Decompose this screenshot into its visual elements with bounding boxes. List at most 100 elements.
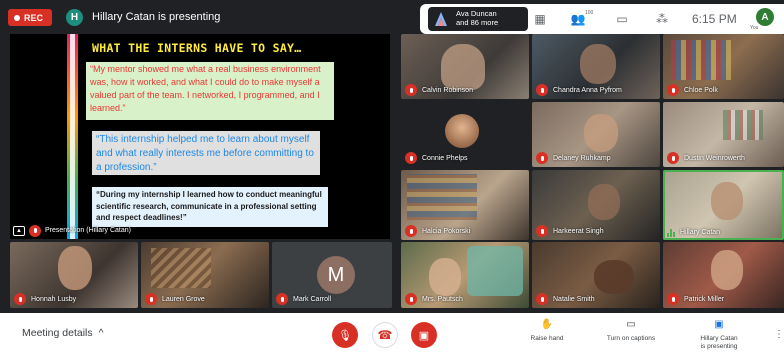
participant-name: Chloe Polk xyxy=(684,86,718,94)
mic-off-icon xyxy=(667,84,679,96)
mic-off-icon xyxy=(405,225,417,237)
bookshelf-background xyxy=(723,110,763,140)
captions-label: Turn on captions xyxy=(606,335,656,342)
chevron-up-icon: ^ xyxy=(98,327,104,339)
mic-off-icon xyxy=(536,293,548,305)
participant-name: Lauren Grove xyxy=(162,295,205,303)
tile-label-row: Patrick Miller xyxy=(667,293,724,305)
mic-off-icon xyxy=(536,152,548,164)
poster-background xyxy=(467,246,523,296)
leave-call-button[interactable]: ☎ xyxy=(372,322,398,348)
slide-quote-3: “During my internship I learned how to c… xyxy=(92,187,328,227)
tile-label-row: Halcia Pokorski xyxy=(405,225,470,237)
participant-tile[interactable]: Calvin Robinson xyxy=(401,34,529,99)
self-avatar[interactable]: A xyxy=(756,8,774,26)
raise-hand-label: Raise hand xyxy=(530,335,564,342)
participant-name: Mark Carroll xyxy=(293,295,332,303)
participant-tile[interactable]: M Mark Carroll xyxy=(272,242,392,308)
active-speaker-more: and 86 more xyxy=(456,18,499,27)
participant-tile[interactable]: Harkeerat Singh xyxy=(532,170,660,240)
you-label: You xyxy=(750,25,759,31)
chat-icon[interactable]: ▭ xyxy=(614,12,630,26)
mic-off-icon: 🎙 xyxy=(338,329,352,342)
people-icon[interactable]: 👥 xyxy=(570,12,586,26)
participant-tile[interactable]: Chandra Anna Pyfrom xyxy=(532,34,660,99)
participant-tile[interactable]: Honnah Lusby xyxy=(10,242,138,308)
recording-label: REC xyxy=(24,12,44,23)
tile-label-row: Chloe Polk xyxy=(667,84,718,96)
mic-off-icon xyxy=(667,152,679,164)
bookshelf-background xyxy=(671,40,731,80)
tile-label-row: Mrs. Pautsch xyxy=(405,293,463,305)
participant-video xyxy=(594,260,634,294)
slide-quote-2: “This internship helped me to learn abou… xyxy=(92,131,320,175)
presentation-label: ▲ Presentation (Hillary Catan) xyxy=(10,222,131,239)
mic-off-icon xyxy=(405,152,417,164)
presenting-line-1: Hillary Catan xyxy=(700,335,738,342)
mic-off-icon xyxy=(29,224,41,237)
staircase-background xyxy=(151,248,211,288)
meeting-details-button[interactable]: Meeting details ^ xyxy=(22,327,104,339)
participant-video xyxy=(711,182,743,220)
camera-toggle-button[interactable]: ▣ xyxy=(411,322,437,348)
mic-off-icon xyxy=(536,225,548,237)
mic-off-icon xyxy=(405,84,417,96)
participant-tile[interactable]: Connie Phelps xyxy=(401,102,529,167)
present-screen-icon: ▲ xyxy=(13,225,25,236)
participant-initial-avatar: M xyxy=(317,256,355,294)
captions-icon: ▭ xyxy=(626,319,636,330)
activities-icon[interactable]: ⁂ xyxy=(654,12,670,26)
participant-name: Honnah Lusby xyxy=(31,295,77,303)
active-speaker-name: Ava Duncan xyxy=(456,9,497,18)
participant-name: Halcia Pokorski xyxy=(422,227,471,235)
participant-tile[interactable]: Chloe Polk xyxy=(663,34,784,99)
presenting-status-button[interactable]: ▣ Hillary Catan is presenting xyxy=(690,319,748,351)
presentation-tile[interactable]: WHAT THE INTERNS HAVE TO SAY… “My mentor… xyxy=(10,34,390,239)
clock: 6:15 PM xyxy=(692,12,737,26)
mic-toggle-button[interactable]: 🎙 xyxy=(332,322,358,348)
meeting-details-label: Meeting details xyxy=(22,327,93,339)
active-speaker-text: Ava Duncan and 86 more xyxy=(456,9,498,27)
captions-button[interactable]: ▭ Turn on captions xyxy=(600,319,662,343)
tile-label-row: Calvin Robinson xyxy=(405,84,473,96)
tile-label-row: Connie Phelps xyxy=(405,152,468,164)
participant-name: Connie Phelps xyxy=(422,154,468,162)
top-bar: REC H Hillary Catan is presenting Ava Du… xyxy=(0,0,784,34)
participant-count: 100 xyxy=(585,10,594,16)
presentation-label-text: Presentation (Hillary Catan) xyxy=(45,227,131,234)
bottom-bar: Meeting details ^ 🎙 ☎ ▣ ✋ Raise hand ▭ T… xyxy=(0,313,784,353)
participant-video xyxy=(711,250,743,290)
tile-label-row: Mark Carroll xyxy=(276,293,331,305)
mic-off-icon xyxy=(667,293,679,305)
participant-tile[interactable]: Delaney Ruhkamp xyxy=(532,102,660,167)
hang-up-icon: ☎ xyxy=(377,328,393,342)
record-dot-icon xyxy=(14,14,20,21)
more-options-icon[interactable]: ⋮ xyxy=(774,329,784,340)
present-screen-icon: ▣ xyxy=(714,319,724,330)
recording-badge: REC xyxy=(8,9,52,26)
mic-off-icon xyxy=(145,293,157,305)
participant-video xyxy=(429,258,461,296)
tile-label-row: Natalie Smith xyxy=(536,293,595,305)
participant-name: Chandra Anna Pyfrom xyxy=(553,86,622,94)
participant-name: Mrs. Pautsch xyxy=(422,295,463,303)
raise-hand-button[interactable]: ✋ Raise hand xyxy=(524,319,570,343)
participant-name: Delaney Ruhkamp xyxy=(553,154,611,162)
active-speaker-chip[interactable]: Ava Duncan and 86 more xyxy=(428,7,528,31)
participant-video xyxy=(584,114,618,152)
participant-tile[interactable]: Natalie Smith xyxy=(532,242,660,308)
tile-label-row: Honnah Lusby xyxy=(14,293,76,305)
grid-layout-icon[interactable]: ▦ xyxy=(532,12,548,26)
hand-icon: ✋ xyxy=(540,319,554,330)
tile-label-row: Harkeerat Singh xyxy=(536,225,604,237)
top-toolbar: Ava Duncan and 86 more ▦ 👥 100 ▭ ⁂ 6:15 … xyxy=(420,4,784,34)
participant-tile[interactable]: Lauren Grove xyxy=(141,242,269,308)
participant-tile-active-speaker[interactable]: Hillary Catan xyxy=(663,170,784,240)
participant-tile[interactable]: Mrs. Pautsch xyxy=(401,242,529,308)
participant-tile[interactable]: Dustin Weinrowerth xyxy=(663,102,784,167)
participant-tile[interactable]: Halcia Pokorski xyxy=(401,170,529,240)
presenting-line-2: is presenting xyxy=(700,343,738,350)
mic-off-icon xyxy=(536,84,548,96)
participant-tile[interactable]: Patrick Miller xyxy=(663,242,784,308)
speaker-logo-icon xyxy=(435,12,447,26)
